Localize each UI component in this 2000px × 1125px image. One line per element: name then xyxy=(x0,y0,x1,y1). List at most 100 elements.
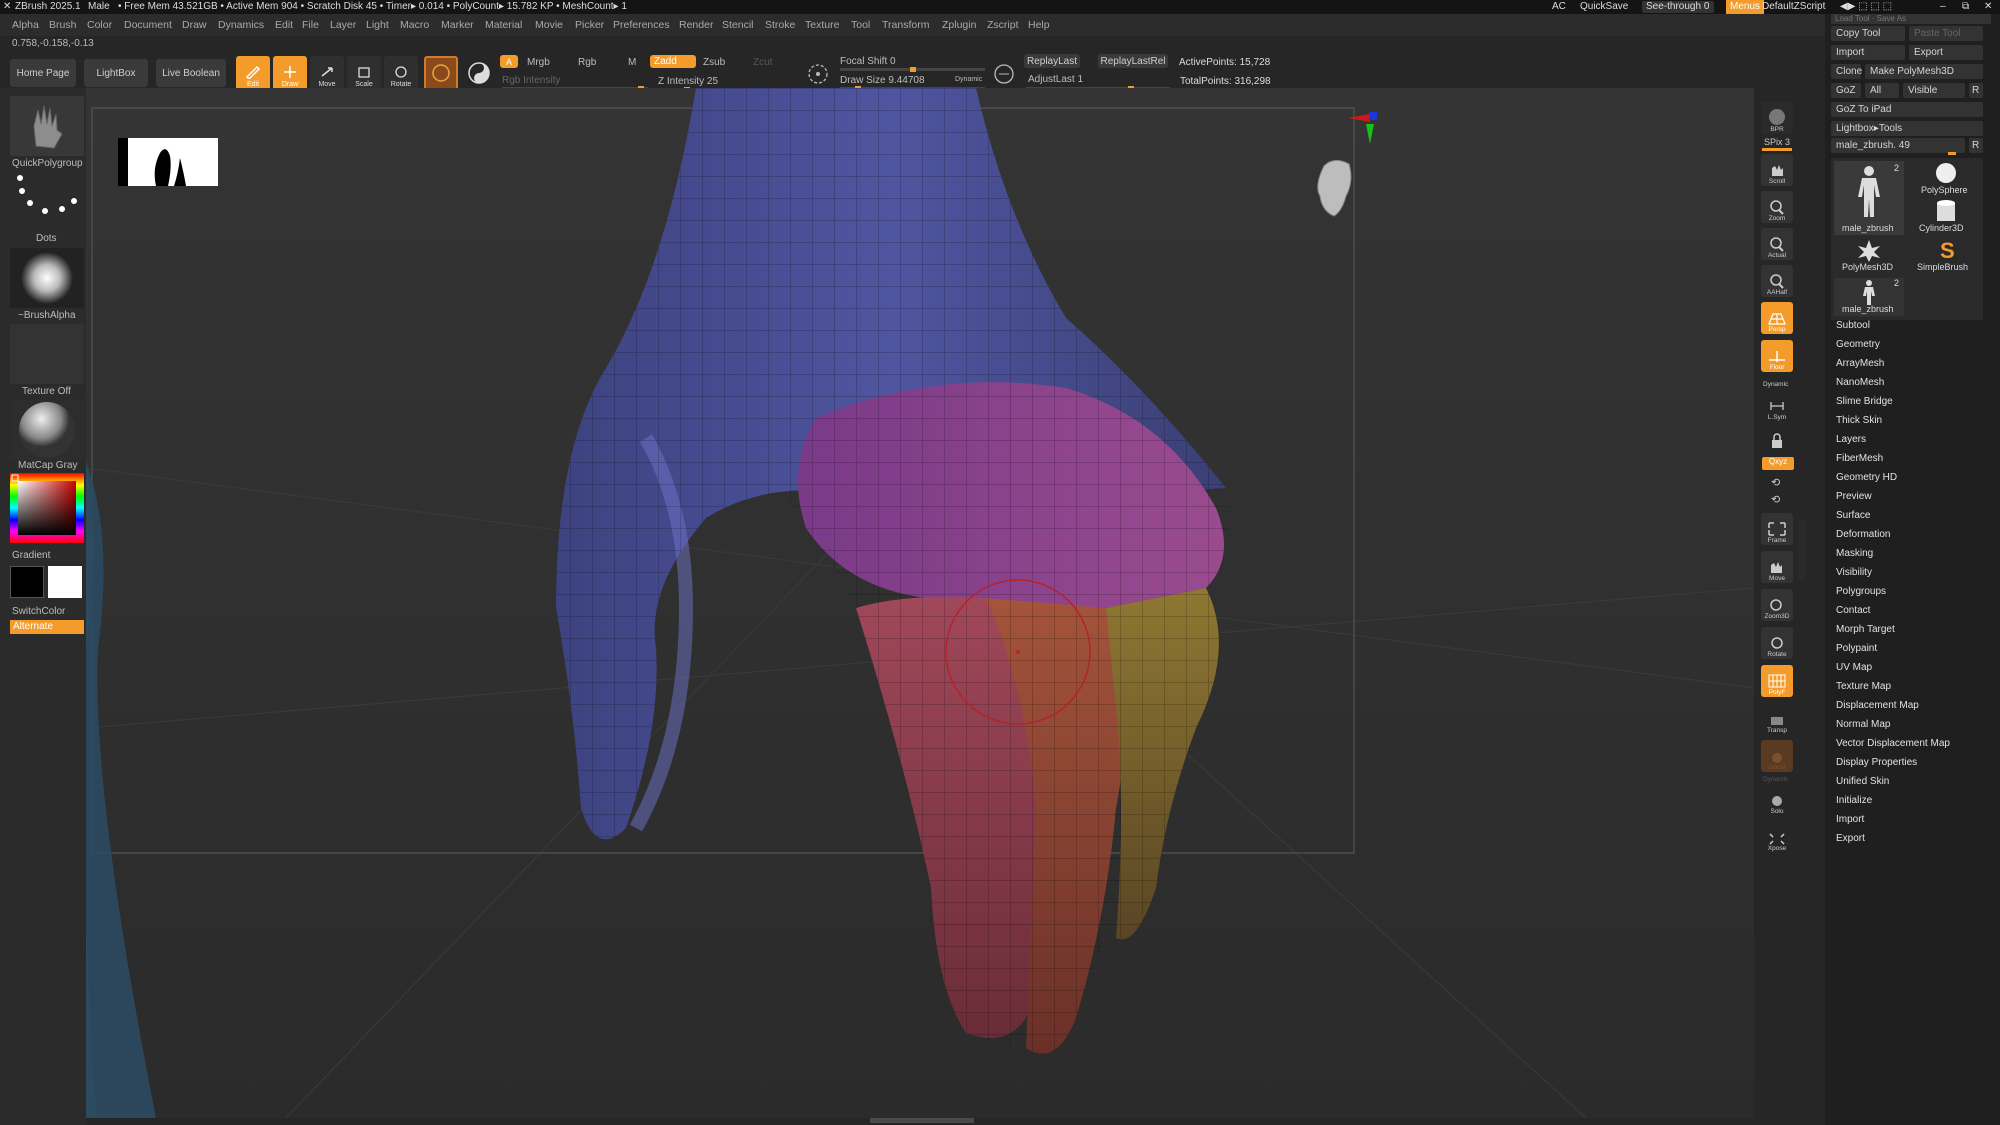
subpalette-fibermesh[interactable]: FiberMesh xyxy=(1836,453,1883,464)
zadd-toggle[interactable]: Zadd xyxy=(650,55,696,68)
hand-mesh-viewport[interactable] xyxy=(86,88,1754,1118)
viewport-canvas[interactable] xyxy=(86,88,1754,1118)
menus-toggle[interactable]: Menus xyxy=(1726,0,1765,14)
menu-item[interactable]: Layer xyxy=(330,19,356,31)
close-icon[interactable]: ✕ xyxy=(3,1,11,12)
adjust-last-slider[interactable]: AdjustLast 1 xyxy=(1028,74,1083,85)
menu-item[interactable]: Stroke xyxy=(765,19,795,31)
scale-mode-button[interactable]: Scale xyxy=(347,56,381,90)
subpalette-initialize[interactable]: Initialize xyxy=(1836,795,1872,806)
subpalette-polygroups[interactable]: Polygroups xyxy=(1836,586,1886,597)
tool-thumb-polysphere[interactable]: PolySphere xyxy=(1911,161,1981,197)
menu-item[interactable]: Zscript xyxy=(987,19,1019,31)
edit-mode-button[interactable]: Edit xyxy=(236,56,270,90)
subpalette-nanomesh[interactable]: NanoMesh xyxy=(1836,377,1884,388)
current-tool-slider[interactable]: male_zbrush. 49 xyxy=(1831,138,1965,153)
tool-thumb-polymesh3d[interactable]: PolyMesh3D xyxy=(1834,238,1904,274)
lock-button[interactable] xyxy=(1761,424,1793,450)
subpalette-uv-map[interactable]: UV Map xyxy=(1836,662,1872,673)
menu-item[interactable]: Zplugin xyxy=(942,19,976,31)
menu-item[interactable]: Document xyxy=(124,19,172,31)
subpalette-displacement-map[interactable]: Displacement Map xyxy=(1836,700,1919,711)
mrgb-toggle[interactable]: Mrgb xyxy=(527,57,550,68)
live-boolean-button[interactable]: Live Boolean xyxy=(156,59,226,87)
aahalf-button[interactable]: AAHalf xyxy=(1761,265,1793,297)
subpalette-layers[interactable]: Layers xyxy=(1836,434,1866,445)
a-toggle[interactable]: A xyxy=(500,55,518,68)
make-polymesh-button[interactable]: Make PolyMesh3D xyxy=(1865,64,1983,79)
goz-visible-button[interactable]: Visible xyxy=(1903,83,1965,98)
focal-shift-slider[interactable]: Focal Shift 0 xyxy=(840,56,896,67)
zcut-toggle[interactable]: Zcut xyxy=(753,57,772,68)
spix-track[interactable] xyxy=(1762,148,1792,151)
copy-tool-button[interactable]: Copy Tool xyxy=(1831,26,1905,41)
menu-item[interactable]: Stencil xyxy=(722,19,754,31)
lightbox-button[interactable]: LightBox xyxy=(84,59,148,87)
main-color-swatch[interactable] xyxy=(10,566,44,598)
solo-button[interactable]: Solo xyxy=(1761,784,1793,816)
subpalette-morph-target[interactable]: Morph Target xyxy=(1836,624,1895,635)
rotate-view-button[interactable]: Rotate xyxy=(1761,627,1793,659)
goz-button[interactable]: GoZ xyxy=(1831,83,1861,98)
tool-import-button[interactable]: Import xyxy=(1831,45,1905,60)
menu-item[interactable]: Help xyxy=(1028,19,1050,31)
move-view-button[interactable]: Move xyxy=(1761,551,1793,583)
menu-item[interactable]: Transform xyxy=(882,19,929,31)
home-page-button[interactable]: Home Page xyxy=(10,59,76,87)
transp-button[interactable]: Transp xyxy=(1761,703,1793,735)
persp-button[interactable]: Persp xyxy=(1761,302,1793,334)
paste-tool-button[interactable]: Paste Tool xyxy=(1909,26,1983,41)
goz-all-button[interactable]: All xyxy=(1865,83,1899,98)
rotate-z-icon[interactable]: ⟲ xyxy=(1771,493,1780,506)
subpalette-slime-bridge[interactable]: Slime Bridge xyxy=(1836,396,1893,407)
subpalette-masking[interactable]: Masking xyxy=(1836,548,1873,559)
ac-button[interactable]: AC xyxy=(1552,1,1566,12)
brush-thumbnail[interactable] xyxy=(10,96,84,156)
stroke-thumbnail[interactable] xyxy=(10,173,84,229)
menu-item[interactable]: Render xyxy=(679,19,713,31)
sculptris-pro-button[interactable] xyxy=(424,56,458,90)
lightbox-tools-button[interactable]: Lightbox▸Tools xyxy=(1831,121,1983,136)
subpalette-geometry-hd[interactable]: Geometry HD xyxy=(1836,472,1897,483)
subpalette-polypaint[interactable]: Polypaint xyxy=(1836,643,1877,654)
menu-item[interactable]: Tool xyxy=(851,19,870,31)
current-tool-track[interactable] xyxy=(1948,152,1956,155)
menu-item[interactable]: Draw xyxy=(182,19,207,31)
ghost-button[interactable]: Ghost xyxy=(1761,740,1793,772)
menu-item[interactable]: Dynamics xyxy=(218,19,264,31)
material-thumbnail[interactable] xyxy=(10,400,84,460)
menu-item[interactable]: Edit xyxy=(275,19,293,31)
rotate-y-icon[interactable]: ⟲ xyxy=(1771,476,1780,489)
subpalette-thick-skin[interactable]: Thick Skin xyxy=(1836,415,1882,426)
menu-item[interactable]: Picker xyxy=(575,19,604,31)
layout-icons[interactable]: ◀▶ ⬚ ⬚ ⬚ xyxy=(1840,1,1892,12)
subpalette-visibility[interactable]: Visibility xyxy=(1836,567,1872,578)
subpalette-arraymesh[interactable]: ArrayMesh xyxy=(1836,358,1884,369)
focal-shift-track[interactable] xyxy=(840,67,985,72)
dynamic-toggle[interactable]: Dynamic xyxy=(955,76,982,83)
rgb-toggle[interactable]: Rgb xyxy=(578,57,596,68)
menu-item[interactable]: Texture xyxy=(805,19,839,31)
zsub-toggle[interactable]: Zsub xyxy=(703,57,725,68)
menu-item[interactable]: Light xyxy=(366,19,389,31)
menu-item[interactable]: Color xyxy=(87,19,112,31)
menu-item[interactable]: Movie xyxy=(535,19,563,31)
focal-shift-icon[interactable] xyxy=(806,62,830,91)
secondary-color-swatch[interactable] xyxy=(48,566,82,598)
maximize-icon[interactable]: ⧉ xyxy=(1962,1,1969,12)
frame-button[interactable]: Frame xyxy=(1761,513,1793,545)
rotate-mode-button[interactable]: Rotate xyxy=(384,56,418,90)
minimize-icon[interactable]: – xyxy=(1940,1,1946,12)
subpalette-import[interactable]: Import xyxy=(1836,814,1864,825)
subpalette-geometry[interactable]: Geometry xyxy=(1836,339,1880,350)
draw-mode-button[interactable]: Draw xyxy=(273,56,307,90)
draw-size-slider[interactable]: Draw Size 9.44708 xyxy=(840,75,925,86)
scroll-button[interactable]: Scroll xyxy=(1761,154,1793,186)
texture-thumbnail[interactable] xyxy=(10,324,84,384)
gradient-label[interactable]: Gradient xyxy=(12,550,50,561)
subpalette-display-properties[interactable]: Display Properties xyxy=(1836,757,1917,768)
subpalette-export[interactable]: Export xyxy=(1836,833,1865,844)
lazy-mouse-icon[interactable] xyxy=(992,62,1016,91)
default-zscript-button[interactable]: DefaultZScript xyxy=(1762,1,1825,12)
menu-item[interactable]: Macro xyxy=(400,19,429,31)
